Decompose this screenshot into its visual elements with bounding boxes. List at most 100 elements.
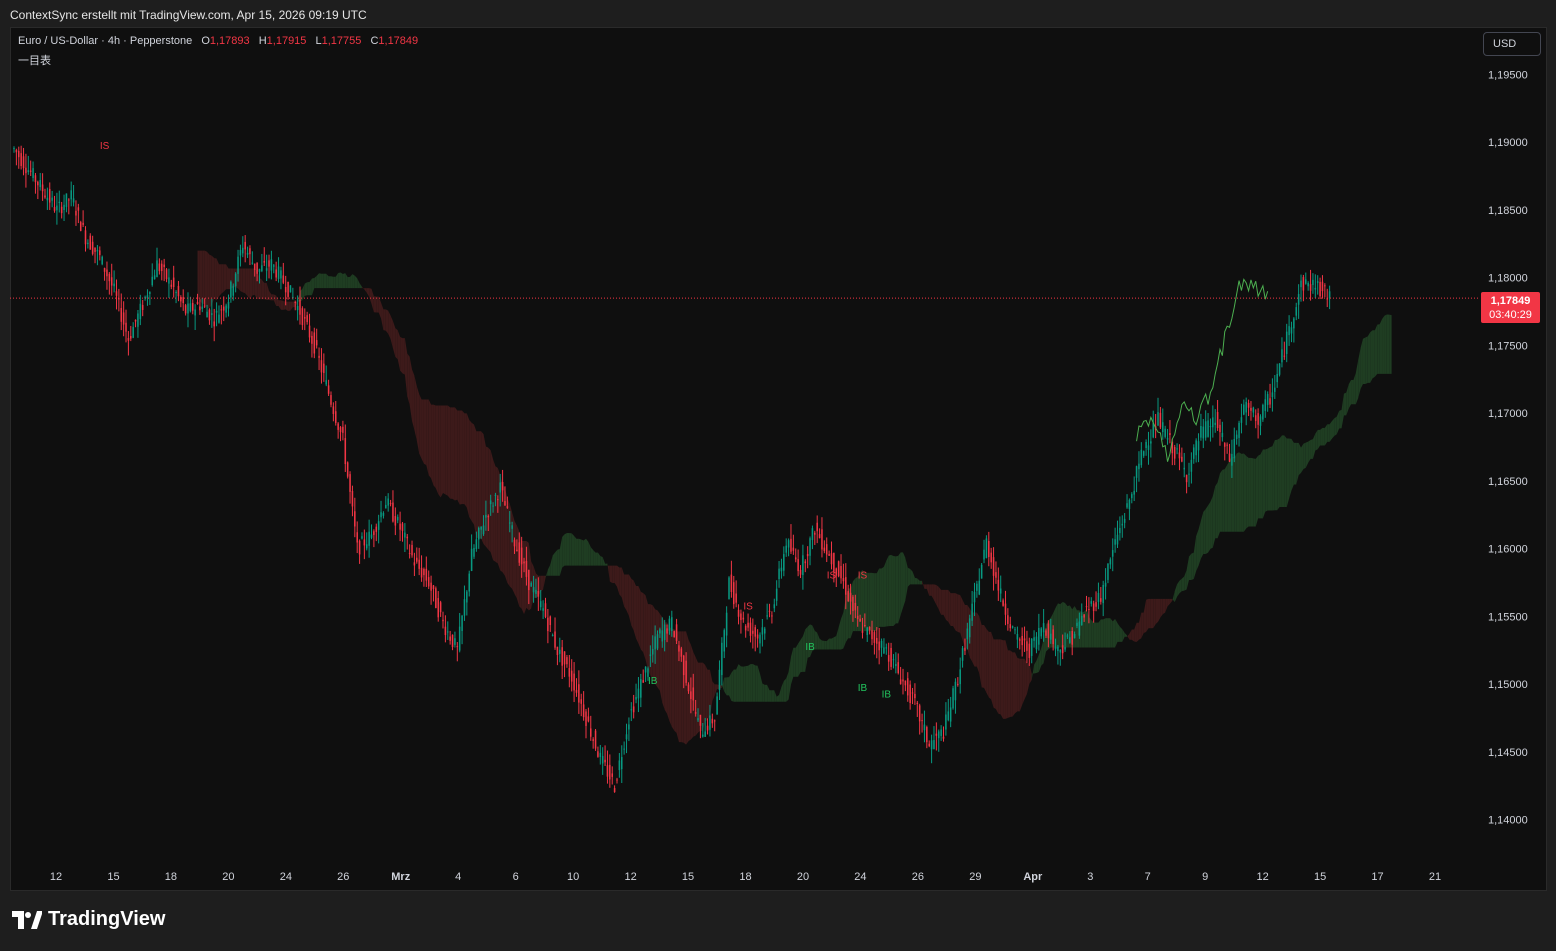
candle-body — [206, 311, 208, 318]
candle-body — [899, 679, 902, 685]
cloud-segment — [979, 616, 982, 688]
candle-body — [127, 337, 130, 341]
candle-body — [1164, 428, 1166, 437]
candle-body — [864, 624, 866, 626]
candle-body — [94, 247, 96, 252]
cloud-segment — [991, 631, 994, 708]
cloud-segment — [631, 578, 634, 631]
candle-body — [630, 709, 633, 711]
candle-body — [1228, 453, 1231, 462]
cloud-segment — [423, 399, 427, 466]
candle-body — [895, 664, 897, 667]
candle-body — [306, 315, 308, 323]
cloud-segment — [323, 273, 327, 289]
cloud-segment — [1327, 424, 1330, 442]
candle-body — [1169, 433, 1171, 436]
cloud-segment — [540, 575, 544, 592]
cloud-segment — [1248, 457, 1251, 527]
candle-body — [947, 711, 950, 721]
candle-body — [449, 636, 451, 641]
candle-body — [482, 525, 485, 535]
candle-body — [711, 718, 714, 724]
cloud-segment — [1167, 598, 1170, 607]
cloud-segment — [435, 405, 439, 495]
candle-body — [961, 648, 964, 661]
time-axis[interactable]: 12 15 18 20 24 26 Mrz 4 6 10 12 15 18 20 24 26 29 Apr 3 7 9 1… — [50, 871, 1441, 883]
cloud-segment — [309, 278, 312, 296]
candle-body — [1252, 407, 1255, 413]
candle-body — [330, 395, 332, 405]
cloud-segment — [907, 567, 911, 587]
cloud-segment — [726, 677, 730, 696]
candle-body — [604, 759, 606, 763]
cloud-segment — [338, 272, 341, 289]
candle-body — [79, 222, 82, 231]
cloud-segment — [819, 638, 822, 650]
candle-body — [1274, 387, 1276, 392]
cloud-segment — [841, 612, 844, 650]
candle-body — [1054, 646, 1057, 650]
cloud-segment — [671, 628, 675, 731]
cloud-segment — [1227, 460, 1230, 532]
candle-body — [935, 733, 938, 736]
candle-body — [230, 281, 232, 298]
candle-body — [649, 654, 652, 656]
price-tick-label: 1,15000 — [1488, 679, 1528, 691]
candle-body — [990, 552, 992, 563]
cloud-segment — [1115, 618, 1118, 648]
chikou-span — [1136, 278, 1269, 462]
candle-body — [1140, 449, 1143, 466]
cloud-segment — [333, 276, 336, 289]
candle-body — [694, 712, 697, 714]
tradingview-logo[interactable]: TradingView — [12, 908, 165, 931]
candle-body — [1316, 281, 1319, 283]
symbol-title[interactable]: Euro / US-Dollar · 4h · Pepperstone — [18, 35, 192, 47]
candle-body — [1052, 629, 1054, 645]
time-tick-label: 15 — [107, 871, 119, 883]
candle-body — [756, 634, 759, 639]
candle-body — [897, 662, 900, 674]
candle-body — [282, 275, 285, 283]
cloud-segment — [1320, 427, 1323, 446]
cloud-segment — [550, 555, 553, 576]
cloud-segment — [757, 665, 760, 702]
signal-label: IB — [648, 676, 658, 687]
cloud-segment — [1203, 508, 1206, 555]
cloud-segment — [626, 574, 629, 616]
cloud-segment — [390, 315, 393, 349]
cloud-segment — [605, 563, 608, 566]
cloud-segment — [957, 594, 961, 633]
cloud-segment — [886, 555, 889, 627]
cloud-segment — [280, 300, 284, 310]
cloud-segment — [402, 338, 405, 375]
candle-body — [170, 284, 173, 287]
cloud-segment — [1296, 442, 1299, 485]
candle-body — [544, 603, 547, 617]
cloud-segment — [569, 533, 572, 566]
candle-body — [1283, 355, 1286, 357]
candle-body — [997, 579, 1000, 591]
candle-body — [740, 613, 742, 621]
cloud-segment — [755, 665, 758, 702]
price-axis[interactable]: 1,19500 1,19000 1,18500 1,18000 1,17500 1,170… — [1488, 69, 1528, 826]
candle-body — [1240, 417, 1243, 423]
cloud-segment — [1253, 458, 1256, 527]
cloud-segment — [1298, 442, 1302, 476]
cloud-segment — [879, 568, 882, 627]
currency-button[interactable]: USD — [1483, 32, 1541, 56]
cloud-segment — [1293, 442, 1297, 485]
cloud-segment — [769, 690, 772, 702]
time-tick-label: 12 — [50, 871, 62, 883]
candle-body — [430, 582, 432, 591]
candle-body — [1004, 603, 1007, 615]
cloud-segment — [636, 585, 639, 644]
candle-body — [1281, 349, 1283, 363]
candle-body — [1200, 425, 1202, 438]
candle-body — [48, 188, 51, 203]
chart-svg[interactable]: ISISIS ISIBIBIBIB 1,195001,190001,185001,… — [10, 27, 1547, 891]
candle-body — [1126, 503, 1128, 508]
candle-body — [1102, 585, 1104, 604]
candle-body — [1190, 459, 1193, 472]
candle-body — [442, 619, 444, 622]
indicator-label[interactable]: 一目表 — [18, 52, 51, 68]
